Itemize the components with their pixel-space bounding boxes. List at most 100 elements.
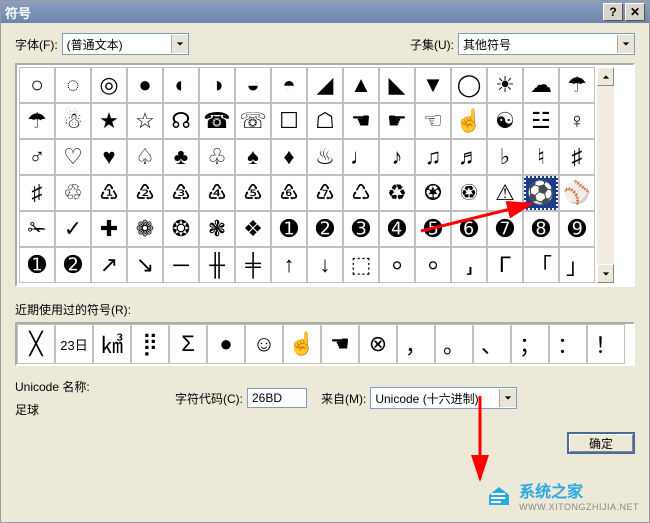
symbol-cell[interactable]: ♼	[415, 175, 451, 211]
symbol-cell[interactable]: ♭	[487, 139, 523, 175]
symbol-cell[interactable]: ➍	[379, 211, 415, 247]
recent-cell[interactable]: Σ	[169, 324, 207, 364]
symbol-cell[interactable]: ➋	[55, 247, 91, 283]
symbol-cell[interactable]: ◒	[235, 67, 271, 103]
symbol-cell[interactable]: ☯	[487, 103, 523, 139]
symbol-cell[interactable]: ⸥	[451, 247, 487, 283]
symbol-cell[interactable]: ♪	[379, 139, 415, 175]
symbol-cell[interactable]: ♮	[523, 139, 559, 175]
scroll-down-button[interactable]	[597, 264, 614, 283]
symbol-cell[interactable]: ⚽	[523, 175, 559, 211]
symbol-cell[interactable]: ♽	[451, 175, 487, 211]
symbol-cell[interactable]: ☳	[523, 103, 559, 139]
symbol-cell[interactable]: ◯	[451, 67, 487, 103]
scrollbar[interactable]	[597, 67, 614, 283]
symbol-cell[interactable]: ☐	[271, 103, 307, 139]
symbol-cell[interactable]: ✚	[91, 211, 127, 247]
symbol-cell[interactable]: ○	[19, 67, 55, 103]
recent-cell[interactable]: ╳	[17, 324, 55, 364]
symbol-cell[interactable]: ⸰	[415, 247, 451, 283]
symbol-cell[interactable]: ➎	[415, 211, 451, 247]
symbol-cell[interactable]: ➊	[19, 247, 55, 283]
symbol-cell[interactable]: ➊	[271, 211, 307, 247]
from-input[interactable]	[371, 389, 499, 407]
symbol-cell[interactable]: ♂	[19, 139, 55, 175]
symbol-cell[interactable]: ➏	[451, 211, 487, 247]
symbol-cell[interactable]: ☂	[19, 103, 55, 139]
symbol-cell[interactable]: ◣	[379, 67, 415, 103]
chevron-down-icon[interactable]	[499, 389, 516, 407]
symbol-cell[interactable]: ♸	[271, 175, 307, 211]
symbol-cell[interactable]: ❂	[163, 211, 199, 247]
symbol-cell[interactable]: ⚠	[487, 175, 523, 211]
recent-cell[interactable]: ☝	[283, 324, 321, 364]
symbol-cell[interactable]: ⚾	[559, 175, 595, 211]
symbol-cell[interactable]: ♩	[343, 139, 379, 175]
symbol-cell[interactable]: ❁	[127, 211, 163, 247]
symbol-cell[interactable]: ╪	[235, 247, 271, 283]
symbol-cell[interactable]: ↘	[127, 247, 163, 283]
scroll-track[interactable]	[597, 86, 614, 264]
symbol-cell[interactable]: ➑	[523, 211, 559, 247]
symbol-cell[interactable]: ➒	[559, 211, 595, 247]
recent-cell[interactable]: ●	[207, 324, 245, 364]
subset-input[interactable]	[459, 35, 617, 53]
font-combo[interactable]	[62, 33, 189, 55]
from-combo[interactable]	[370, 387, 517, 409]
symbol-cell[interactable]: 」	[559, 247, 595, 283]
symbol-cell[interactable]: ♺	[343, 175, 379, 211]
recent-cell[interactable]: ㎦	[93, 324, 131, 364]
symbol-cell[interactable]: ♣	[163, 139, 199, 175]
symbol-cell[interactable]: ❖	[235, 211, 271, 247]
symbol-cell[interactable]: ◎	[91, 67, 127, 103]
ok-button[interactable]: 确定	[567, 432, 635, 454]
recent-cell[interactable]: ⊗	[359, 324, 397, 364]
symbol-cell[interactable]: ☊	[163, 103, 199, 139]
symbol-cell[interactable]: ★	[91, 103, 127, 139]
symbol-cell[interactable]: ☆	[127, 103, 163, 139]
recent-cell[interactable]: ！	[587, 324, 625, 364]
recent-cell[interactable]: 。	[435, 324, 473, 364]
symbol-cell[interactable]: ♤	[127, 139, 163, 175]
symbol-cell[interactable]: ➌	[343, 211, 379, 247]
symbol-cell[interactable]: ◐	[163, 67, 199, 103]
recent-cell[interactable]: 23日	[55, 324, 93, 364]
symbol-cell[interactable]: ☜	[415, 103, 451, 139]
symbol-cell[interactable]: ☛	[379, 103, 415, 139]
symbol-cell[interactable]: ♳	[91, 175, 127, 211]
recent-cell[interactable]: 、	[473, 324, 511, 364]
symbol-cell[interactable]: ◓	[271, 67, 307, 103]
symbol-cell[interactable]: ▲	[343, 67, 379, 103]
symbol-cell[interactable]: ♥	[91, 139, 127, 175]
recent-cell[interactable]: ，	[397, 324, 435, 364]
symbol-cell[interactable]: ◌	[55, 67, 91, 103]
char-code-input[interactable]	[247, 388, 307, 408]
symbol-cell[interactable]: ↓	[307, 247, 343, 283]
symbol-cell[interactable]: ☎	[199, 103, 235, 139]
symbol-cell[interactable]: ↑	[271, 247, 307, 283]
symbol-cell[interactable]: ♦	[271, 139, 307, 175]
symbol-cell[interactable]: ♴	[127, 175, 163, 211]
symbol-cell[interactable]: ◢	[307, 67, 343, 103]
symbol-cell[interactable]: Γ	[487, 247, 523, 283]
symbol-cell[interactable]: ☖	[307, 103, 343, 139]
symbol-cell[interactable]: ☝	[451, 103, 487, 139]
close-button[interactable]: ✕	[625, 3, 645, 21]
symbol-cell[interactable]: ☁	[523, 67, 559, 103]
symbol-cell[interactable]: ♻	[379, 175, 415, 211]
symbol-cell[interactable]: ✁	[19, 211, 55, 247]
symbol-cell[interactable]: ♵	[163, 175, 199, 211]
font-input[interactable]	[63, 35, 171, 53]
symbol-cell[interactable]: ☃	[55, 103, 91, 139]
symbol-cell[interactable]: ▼	[415, 67, 451, 103]
symbol-cell[interactable]: ♠	[235, 139, 271, 175]
recent-cell[interactable]: ☚	[321, 324, 359, 364]
symbol-cell[interactable]: ♀	[559, 103, 595, 139]
scroll-up-button[interactable]	[597, 67, 614, 86]
recent-cell[interactable]: ；	[511, 324, 549, 364]
recent-cell[interactable]: ⡿	[131, 324, 169, 364]
symbol-cell[interactable]: ☚	[343, 103, 379, 139]
symbol-cell[interactable]: ♧	[199, 139, 235, 175]
symbol-cell[interactable]: ☏	[235, 103, 271, 139]
symbol-cell[interactable]: ⸰	[379, 247, 415, 283]
